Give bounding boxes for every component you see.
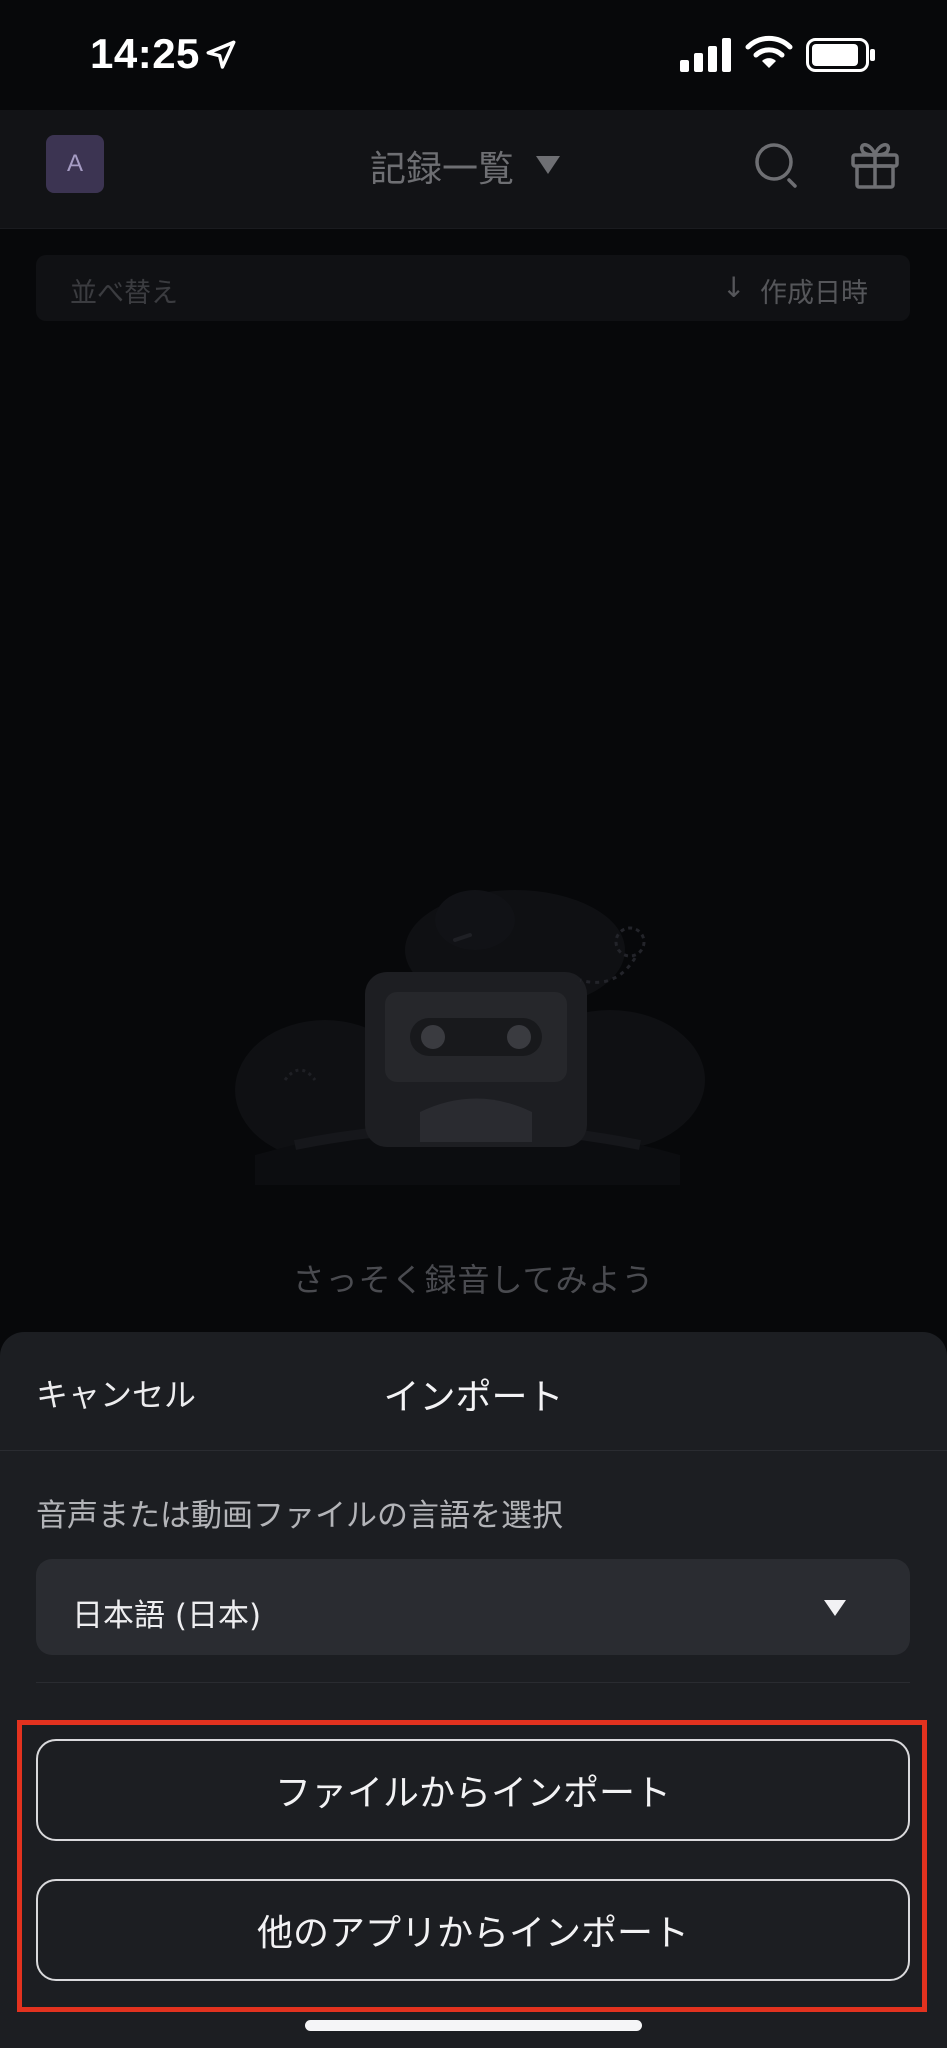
location-arrow-icon [206,40,236,69]
gift-icon[interactable] [850,138,900,190]
avatar[interactable]: A [46,135,104,193]
language-selected-value: 日本語 (日本) [72,1598,262,1634]
caret-down-icon[interactable] [535,155,561,175]
status-time: 14:25 [90,30,200,77]
sheet-title: インポート [383,1377,564,1418]
search-icon[interactable] [754,140,800,190]
sort-label: 並べ替え [70,278,178,309]
empty-state-illustration [235,890,705,1185]
caret-down-icon[interactable] [822,1598,848,1618]
sort-value[interactable]: 作成日時 [760,271,868,310]
battery-icon [806,38,875,72]
import-from-other-app-button[interactable]: 他のアプリからインポート [36,1879,910,1981]
page-title[interactable]: 記録一覧 [370,140,514,192]
import-from-file-button[interactable]: ファイルからインポート [36,1739,910,1841]
language-prompt: 音声または動画ファイルの言語を選択 [36,1498,563,1534]
empty-state-message: さっそく録音してみよう [292,1261,655,1299]
cell-signal-icon [680,38,731,72]
home-indicator[interactable] [305,2020,642,2031]
wifi-icon [745,35,793,68]
divider [36,1682,910,1683]
divider [0,1450,947,1451]
arrow-down-icon: ↓ [722,271,746,304]
